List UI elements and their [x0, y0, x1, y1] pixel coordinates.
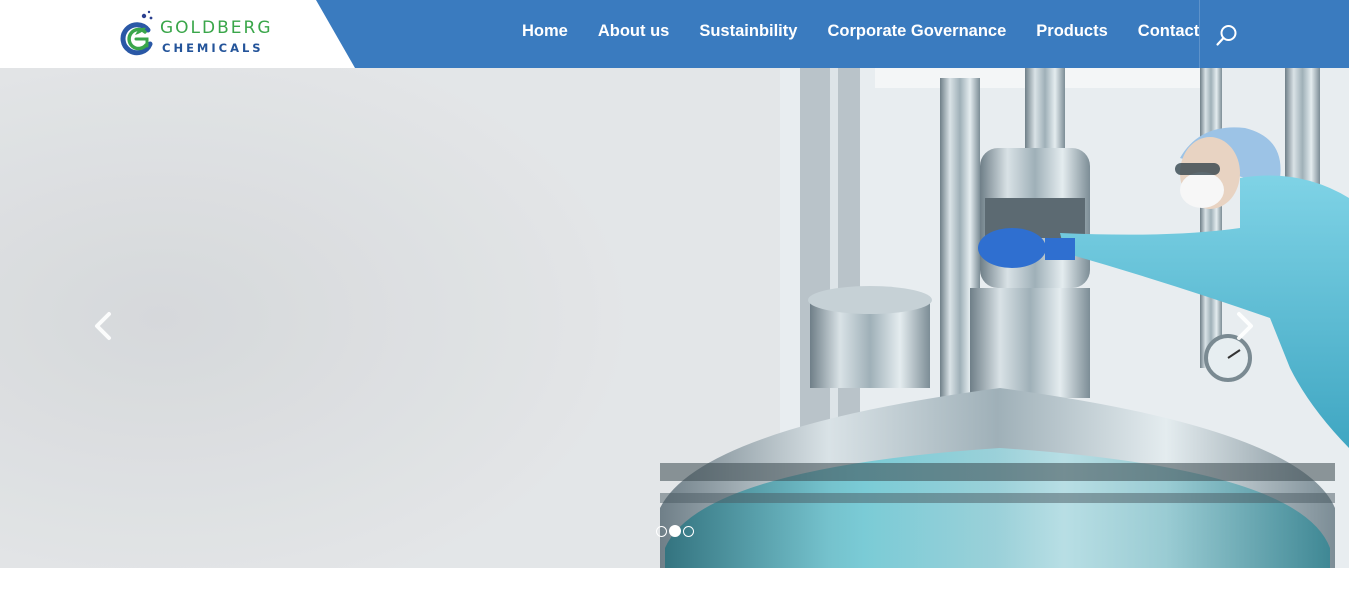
nav-item-home[interactable]: Home: [507, 21, 583, 41]
page: GOLDBERG CHEMICALS Home About us Sustain…: [0, 0, 1349, 600]
logo-wordmark-top: GOLDBERG: [160, 18, 273, 38]
slider-dot-1[interactable]: [656, 525, 667, 537]
main-nav: Home About us Sustainbility Corporate Go…: [507, 0, 1214, 68]
slider-next-chevron-right-icon[interactable]: [1230, 308, 1260, 344]
nav-item-corporate-governance[interactable]: Corporate Governance: [812, 21, 1021, 41]
logo-wordmark-bottom: CHEMICALS: [162, 41, 264, 55]
logo[interactable]: GOLDBERG CHEMICALS: [118, 8, 288, 60]
site-header: GOLDBERG CHEMICALS Home About us Sustain…: [0, 0, 1349, 68]
nav-item-contact[interactable]: Contact: [1123, 21, 1214, 41]
nav-item-about-us[interactable]: About us: [583, 21, 685, 41]
slider-dot-3[interactable]: [683, 525, 694, 537]
hero-slider: [0, 68, 1349, 568]
slider-pagination: [656, 525, 694, 537]
slider-dot-2-active[interactable]: [669, 525, 681, 537]
nav-item-products[interactable]: Products: [1021, 21, 1123, 41]
slider-prev-chevron-left-icon[interactable]: [88, 308, 118, 344]
search-icon[interactable]: [1214, 22, 1240, 48]
nav-divider: [1199, 0, 1200, 68]
logo-mark-icon: [120, 10, 153, 56]
nav-item-sustainability[interactable]: Sustainbility: [684, 21, 812, 41]
hero-image: [0, 68, 1349, 568]
